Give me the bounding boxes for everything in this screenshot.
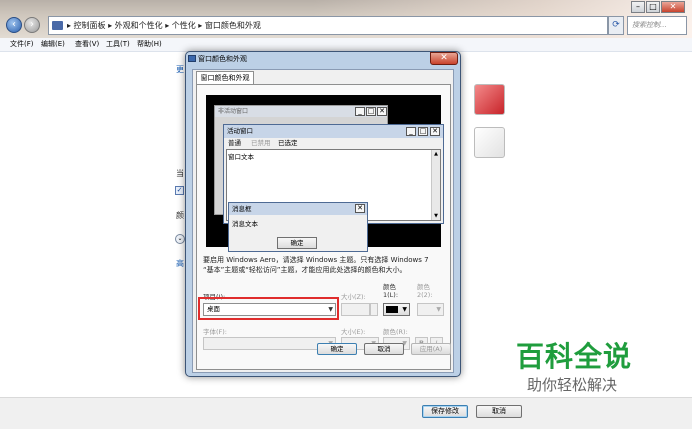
side-link-4[interactable]: 高 (176, 258, 184, 269)
menu-view[interactable]: 查看(V) (75, 39, 99, 49)
preview-menu-bar: 普通 已禁用 已选定 (224, 138, 443, 149)
window-text-label: 窗口文本 (228, 153, 254, 161)
color1-label: 1(L): (383, 291, 399, 299)
close-icon: ✕ (355, 204, 365, 213)
scroll-up-icon: ▲ (434, 151, 438, 157)
cancel-changes-button[interactable]: 取消 (476, 405, 522, 418)
tab-panel: 非活动窗口 _ □ ✕ 活动窗口 _ □ ✕ 普通 已禁用 已选定 窗口文本 ▲… (196, 84, 451, 370)
size-z-label: 大小(Z): (341, 293, 366, 301)
appearance-preview[interactable]: 非活动窗口 _ □ ✕ 活动窗口 _ □ ✕ 普通 已禁用 已选定 窗口文本 ▲… (206, 95, 444, 252)
color-swatch-red[interactable] (474, 84, 505, 115)
color-swatch-frost[interactable] (474, 127, 505, 158)
size-e-label: 大小(E): (341, 328, 366, 336)
color-r-label: 颜色(R): (383, 328, 408, 336)
watermark-logo: 百科全说 (516, 340, 633, 373)
window-color-dialog: 窗口颜色和外观 ✕ 窗口颜色和外观 非活动窗口 _ □ ✕ 活动窗口 _ □ ✕… (185, 51, 461, 377)
color1-picker[interactable]: ▼ (383, 303, 410, 316)
footer-bar: 保存修改 取消 (0, 397, 692, 429)
ok-button[interactable]: 确定 (317, 343, 357, 355)
apply-button[interactable]: 应用(A) (411, 343, 451, 355)
dialog-close-button[interactable]: ✕ (430, 52, 458, 65)
maximize-icon: □ (418, 127, 428, 136)
search-input[interactable]: 搜索控制... (627, 16, 687, 35)
color1-label-top: 颜色 (383, 283, 396, 291)
close-window-button[interactable]: ✕ (661, 1, 685, 13)
expand-chevron-icon[interactable]: ⌄ (175, 234, 185, 244)
preview-scrollbar[interactable]: ▲ ▼ (431, 150, 440, 220)
preview-menu-normal[interactable]: 普通 (228, 138, 241, 149)
address-bar[interactable]: ▸ 控制面板 ▸ 外观和个性化 ▸ 个性化 ▸ 窗口颜色和外观 (48, 16, 608, 35)
side-link-1[interactable]: 更 (176, 64, 184, 75)
chevron-down-icon: ▼ (436, 306, 441, 313)
size-z-field[interactable] (341, 303, 370, 316)
side-text-3: 颜 (176, 211, 184, 220)
color2-label-top: 颜色 (417, 283, 430, 291)
color1-swatch (386, 306, 398, 313)
breadcrumb: ▸ 控制面板 ▸ 外观和个性化 ▸ 个性化 ▸ 窗口颜色和外观 (67, 21, 261, 30)
minimize-icon: _ (355, 107, 365, 116)
minimize-icon: _ (406, 127, 416, 136)
menu-file[interactable]: 文件(F) (10, 39, 34, 49)
menu-tools[interactable]: 工具(T) (106, 39, 130, 49)
close-icon: ✕ (377, 107, 387, 116)
color2-label: 2(2): (417, 291, 433, 299)
preview-menu-selected[interactable]: 已选定 (278, 138, 298, 149)
side-text-2: 当 (176, 169, 184, 178)
watermark-tagline: 助你轻松解决 (527, 376, 618, 394)
message-text: 消息文本 (232, 220, 258, 228)
chevron-down-icon: ▼ (402, 306, 407, 313)
explorer-titlebar: – □ ✕ ‹ › ▸ 控制面板 ▸ 外观和个性化 ▸ 个性化 ▸ 窗口颜色和外… (0, 0, 692, 38)
dialog-window-icon (188, 55, 196, 62)
maximize-button[interactable]: □ (646, 1, 660, 13)
scroll-down-icon: ▼ (434, 213, 438, 219)
cancel-button[interactable]: 取消 (364, 343, 404, 355)
menu-help[interactable]: 帮助(H) (137, 39, 162, 49)
font-label: 字体(F): (203, 328, 228, 336)
menu-edit[interactable]: 编辑(E) (41, 39, 65, 49)
minimize-button[interactable]: – (631, 1, 645, 13)
checkbox-checked-icon[interactable]: ✓ (175, 186, 184, 195)
color2-picker[interactable]: ▼ (417, 303, 444, 316)
refresh-icon[interactable]: ⟳ (608, 16, 624, 35)
save-changes-button[interactable]: 保存修改 (422, 405, 468, 418)
close-icon: ✕ (430, 127, 440, 136)
size-z-spinner[interactable] (370, 303, 378, 316)
aero-description: 要启用 Windows Aero，请选择 Windows 主题。只有选择 Win… (203, 256, 429, 274)
menu-bar: 文件(F) 编辑(E) 查看(V) 工具(T) 帮助(H) (0, 38, 692, 52)
dialog-title: 窗口颜色和外观 (198, 55, 247, 63)
maximize-icon: □ (366, 107, 376, 116)
forward-arrow-icon[interactable]: › (24, 17, 40, 33)
highlight-box (198, 297, 339, 320)
message-box-preview[interactable]: 消息框 ✕ 消息文本 确定 (228, 202, 368, 252)
back-arrow-icon[interactable]: ‹ (6, 17, 22, 33)
message-box-title: 消息框 (229, 203, 367, 215)
preview-menu-disabled[interactable]: 已禁用 (251, 138, 271, 149)
control-panel-icon (52, 21, 63, 30)
dialog-body: 窗口颜色和外观 非活动窗口 _ □ ✕ 活动窗口 _ □ ✕ 普通 已禁用 已选… (192, 69, 454, 373)
preview-ok-button[interactable]: 确定 (277, 237, 317, 249)
tab-window-color[interactable]: 窗口颜色和外观 (196, 71, 254, 85)
